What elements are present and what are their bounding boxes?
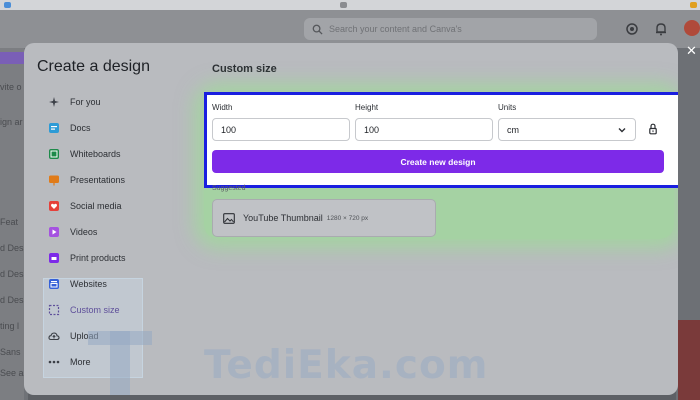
tab-favicon[interactable] <box>4 2 11 8</box>
gear-icon[interactable] <box>625 22 639 36</box>
background-sidebar-text: See al <box>0 368 26 378</box>
watermark-text: TediEka.com <box>204 343 489 388</box>
background-sidebar-text: Sans <box>0 347 21 357</box>
width-field[interactable]: 100 <box>212 118 350 141</box>
video-icon <box>48 226 60 238</box>
modal-title: Create a design <box>37 58 150 75</box>
doc-icon <box>48 122 60 134</box>
units-label: Units <box>498 103 517 112</box>
background-sidebar-text: d Desi <box>0 295 26 305</box>
nav-item-label: Websites <box>70 279 107 289</box>
height-field[interactable]: 100 <box>355 118 493 141</box>
background-create-button <box>0 52 24 64</box>
nav-item-label: Videos <box>70 227 98 237</box>
section-title: Custom size <box>212 63 277 75</box>
custom-size-panel: Width 100 Height 100 Units cm Create new… <box>204 92 678 188</box>
create-new-design-button[interactable]: Create new design <box>212 150 664 173</box>
avatar[interactable] <box>684 20 700 36</box>
height-value: 100 <box>364 124 380 135</box>
background-sidebar-text: d Desi <box>0 243 26 253</box>
chevron-down-icon <box>618 128 626 133</box>
custom-size-icon <box>48 304 60 316</box>
nav-item-videos[interactable]: Videos <box>48 221 198 243</box>
nav-item-websites[interactable]: Websites <box>48 273 198 295</box>
bell-icon[interactable] <box>654 22 668 36</box>
units-select[interactable]: cm <box>498 118 636 141</box>
image-icon <box>223 212 235 224</box>
nav-item-whiteboards[interactable]: Whiteboards <box>48 143 198 165</box>
background-sidebar-text: d Desi <box>0 269 26 279</box>
background-sidebar-text: vite o <box>0 82 22 92</box>
browser-tab-strip <box>0 0 700 10</box>
search-icon <box>312 24 323 35</box>
nav-item-label: Whiteboards <box>70 149 121 159</box>
nav-item-for-you[interactable]: For you <box>48 91 198 113</box>
search-input[interactable]: Search your content and Canva's <box>304 18 597 40</box>
background-thumbnail <box>678 320 700 400</box>
upload-cloud-icon <box>48 330 60 342</box>
print-icon <box>48 252 60 264</box>
nav-item-label: Social media <box>70 201 122 211</box>
website-icon <box>48 278 60 290</box>
height-label: Height <box>355 103 379 112</box>
create-design-modal: Create a design For you Docs Whiteboards <box>24 43 678 395</box>
heart-icon <box>48 200 60 212</box>
nav-item-label: Print products <box>70 253 126 263</box>
nav-item-print-products[interactable]: Print products <box>48 247 198 269</box>
background-sidebar-text: ting l <box>0 321 20 331</box>
tab-favicon[interactable] <box>340 2 347 8</box>
suggestion-name: YouTube Thumbnail <box>243 213 323 223</box>
nav-item-label: Docs <box>70 123 91 133</box>
nav-item-label: Custom size <box>70 305 120 315</box>
watermark-logo <box>88 331 152 395</box>
sparkle-icon <box>48 96 60 108</box>
nav-item-label: Presentations <box>70 175 126 185</box>
background-sidebar-text: ign ar <box>0 117 23 127</box>
suggestion-dimensions: 1280 × 720 px <box>326 214 369 222</box>
lock-icon[interactable] <box>648 123 658 135</box>
whiteboard-icon <box>48 148 60 160</box>
nav-item-custom-size[interactable]: Custom size <box>48 299 198 321</box>
nav-item-docs[interactable]: Docs <box>48 117 198 139</box>
nav-item-social-media[interactable]: Social media <box>48 195 198 217</box>
more-icon <box>48 356 60 368</box>
nav-item-presentations[interactable]: Presentations <box>48 169 198 191</box>
background-sidebar-text: Feat <box>0 217 19 227</box>
tab-favicon[interactable] <box>690 2 697 8</box>
search-placeholder: Search your content and Canva's <box>329 24 462 34</box>
nav-item-label: For you <box>70 97 101 107</box>
presentation-icon <box>48 174 60 186</box>
close-icon[interactable]: ✕ <box>686 44 697 57</box>
suggestion-card[interactable]: YouTube Thumbnail 1280 × 720 px <box>212 199 436 237</box>
width-label: Width <box>212 103 233 112</box>
units-value: cm <box>507 124 519 135</box>
width-value: 100 <box>221 124 237 135</box>
suggested-label: Suggested <box>212 185 246 192</box>
